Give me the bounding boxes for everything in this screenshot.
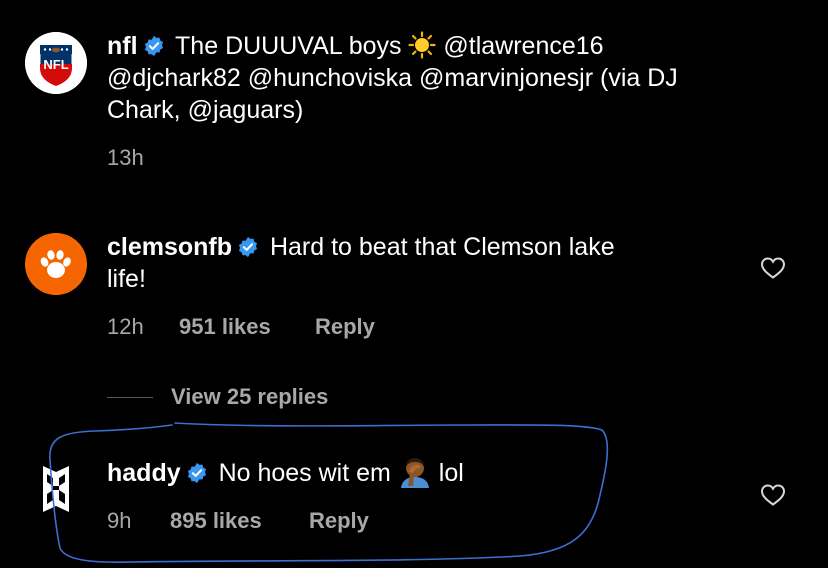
verified-badge-icon — [187, 462, 206, 484]
haddy-like-heart-icon[interactable] — [760, 483, 786, 507]
caption-text: nfl The DUUUVAL boys @tlawrence16 @djcha… — [107, 30, 807, 126]
haddy-reply-button[interactable]: Reply — [309, 508, 369, 534]
nfl-shield-logo-icon: NFL — [25, 32, 87, 94]
sun-emoji-icon — [408, 31, 437, 59]
clemsonfb-likes[interactable]: 951 likes — [179, 314, 315, 340]
clemsonfb-reply-button[interactable]: Reply — [315, 314, 375, 340]
haddy-timestamp: 9h — [107, 508, 132, 533]
clemsonfb-like-heart-icon[interactable] — [760, 256, 786, 280]
clemsonfb-text-start: Hard to beat that Clemson lake — [263, 233, 615, 261]
svg-text:NFL: NFL — [43, 57, 68, 72]
caption-meta: 13h — [107, 145, 144, 171]
clemsonfb-comment-line-2: life! — [107, 265, 146, 293]
facepalm-emoji-icon — [400, 458, 429, 488]
clemsonfb-avatar[interactable] — [25, 233, 87, 295]
haddy-comment-text: haddy No hoes wit em lol — [107, 456, 707, 489]
haddy-avatar[interactable] — [25, 458, 87, 520]
clemsonfb-timestamp: 12h — [107, 314, 144, 339]
haddy-text-start: No hoes wit em — [211, 459, 398, 487]
caption-username[interactable]: nfl — [107, 32, 138, 60]
geometric-h-logo-icon — [25, 458, 87, 520]
clemsonfb-comment-line-1: clemsonfb Hard to beat that Clemson lake — [107, 231, 707, 263]
caption-timestamp: 13h — [107, 145, 144, 170]
clemsonfb-comment-text: clemsonfb Hard to beat that Clemson lake… — [107, 231, 707, 295]
caption-line-1: nfl The DUUUVAL boys @tlawrence16 — [107, 30, 807, 62]
verified-badge-icon — [144, 35, 163, 57]
caption-text-start: The DUUUVAL boys — [168, 32, 409, 60]
haddy-meta: 9h 895 likes Reply — [107, 508, 369, 534]
view-replies-divider — [107, 396, 153, 398]
clemsonfb-meta: 12h 951 likes Reply — [107, 314, 375, 340]
haddy-username[interactable]: haddy — [107, 459, 181, 487]
haddy-likes[interactable]: 895 likes — [170, 508, 309, 534]
nfl-avatar[interactable]: NFL — [25, 32, 87, 94]
caption-line-3: Chark, @jaguars) — [107, 96, 304, 124]
caption-mention-tlawrence16[interactable]: @tlawrence16 — [436, 32, 603, 60]
view-replies-label: View 25 replies — [171, 384, 329, 409]
caption-line-2: @djchark82 @hunchoviska @marvinjonesjr (… — [107, 64, 678, 92]
clemsonfb-username[interactable]: clemsonfb — [107, 233, 232, 261]
haddy-text-end: lol — [431, 459, 464, 487]
verified-badge-icon — [238, 236, 258, 258]
paw-print-icon — [25, 233, 87, 295]
view-replies-button[interactable]: View 25 replies — [107, 384, 328, 410]
